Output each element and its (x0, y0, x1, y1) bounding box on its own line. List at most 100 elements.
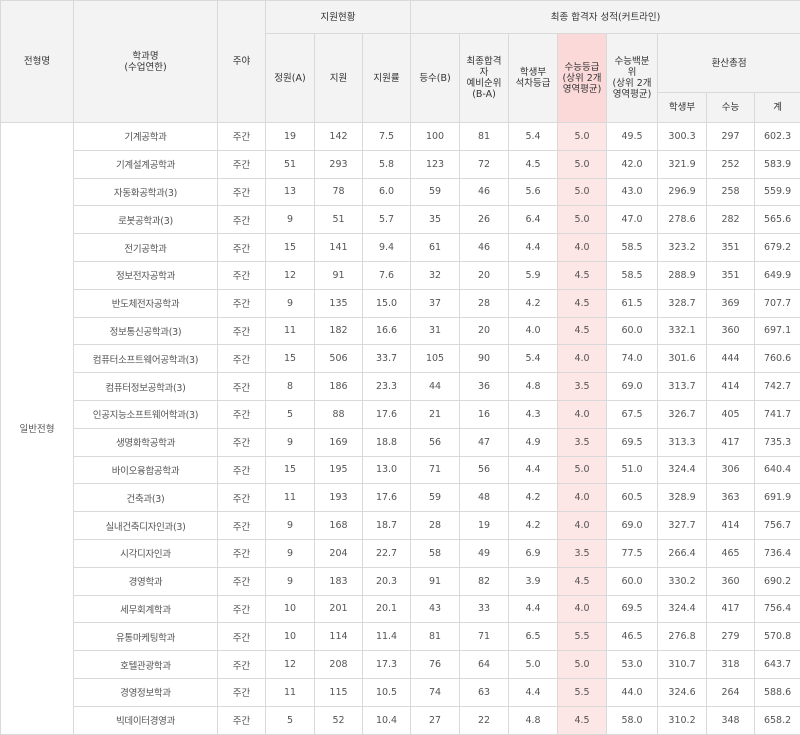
ratio-cell: 6.0 (363, 178, 411, 206)
major-cell: 기계공학과 (74, 123, 218, 151)
quota-cell: 15 (266, 234, 315, 262)
conv-csat-cell: 297 (707, 123, 755, 151)
table-row: 건축과(3)주간1119317.659484.24.060.5328.93636… (1, 484, 800, 512)
major-cell: 생명화학공학과 (74, 428, 218, 456)
conv-school-cell: 278.6 (658, 206, 707, 234)
ratio-cell: 10.4 (363, 706, 411, 734)
applicants-cell: 141 (315, 234, 363, 262)
rank-cell: 21 (411, 400, 460, 428)
table-row: 바이오융합공학과주간1519513.071564.45.051.0324.430… (1, 456, 800, 484)
school-grade-cell: 5.9 (509, 261, 558, 289)
waitlist-cell: 26 (460, 206, 509, 234)
table-row: 세무회계학과주간1020120.143334.44.069.5324.44177… (1, 595, 800, 623)
conv-csat-cell: 252 (707, 150, 755, 178)
applicants-cell: 91 (315, 261, 363, 289)
csat-grade-cell: 4.5 (558, 706, 607, 734)
quota-cell: 10 (266, 595, 315, 623)
rank-cell: 32 (411, 261, 460, 289)
waitlist-cell: 36 (460, 373, 509, 401)
major-cell: 로봇공학과(3) (74, 206, 218, 234)
quota-cell: 12 (266, 261, 315, 289)
conv-total-cell: 742.7 (755, 373, 800, 401)
school-grade-cell: 6.9 (509, 539, 558, 567)
major-cell: 전기공학과 (74, 234, 218, 262)
conv-school-cell: 266.4 (658, 539, 707, 567)
csat-pct-cell: 58.0 (607, 706, 658, 734)
applicants-cell: 52 (315, 706, 363, 734)
csat-grade-cell: 4.0 (558, 234, 607, 262)
major-cell: 빅데이터경영과 (74, 706, 218, 734)
major-cell: 바이오융합공학과 (74, 456, 218, 484)
conv-school-cell: 323.2 (658, 234, 707, 262)
waitlist-cell: 71 (460, 623, 509, 651)
conv-total-cell: 565.6 (755, 206, 800, 234)
school-grade-cell: 4.2 (509, 289, 558, 317)
quota-cell: 8 (266, 373, 315, 401)
conv-csat-cell: 417 (707, 428, 755, 456)
applicants-cell: 182 (315, 317, 363, 345)
applicants-cell: 293 (315, 150, 363, 178)
admission-type-cell: 일반전형 (1, 123, 74, 735)
csat-grade-cell: 5.5 (558, 678, 607, 706)
conv-csat-cell: 360 (707, 567, 755, 595)
table-row: 로봇공학과(3)주간9515.735266.45.047.0278.628256… (1, 206, 800, 234)
conv-school-cell: 332.1 (658, 317, 707, 345)
conv-school-cell: 324.4 (658, 595, 707, 623)
quota-cell: 5 (266, 400, 315, 428)
waitlist-cell: 56 (460, 456, 509, 484)
csat-grade-cell: 4.0 (558, 400, 607, 428)
csat-pct-cell: 58.5 (607, 261, 658, 289)
conv-school-cell: 301.6 (658, 345, 707, 373)
conv-csat-cell: 444 (707, 345, 755, 373)
conv-total-cell: 679.2 (755, 234, 800, 262)
conv-total-cell: 741.7 (755, 400, 800, 428)
applicants-cell: 186 (315, 373, 363, 401)
conv-csat-cell: 351 (707, 234, 755, 262)
csat-pct-cell: 60.0 (607, 567, 658, 595)
csat-pct-cell: 74.0 (607, 345, 658, 373)
table-body: 일반전형기계공학과주간191427.5100815.45.049.5300.32… (1, 123, 800, 735)
rank-cell: 27 (411, 706, 460, 734)
csat-pct-cell: 61.5 (607, 289, 658, 317)
quota-cell: 11 (266, 678, 315, 706)
conv-school-cell: 327.7 (658, 512, 707, 540)
waitlist-cell: 33 (460, 595, 509, 623)
schedule-cell: 주간 (218, 706, 266, 734)
conv-total-cell: 736.4 (755, 539, 800, 567)
quota-cell: 9 (266, 539, 315, 567)
ratio-cell: 17.6 (363, 484, 411, 512)
school-grade-cell: 6.5 (509, 623, 558, 651)
csat-pct-cell: 77.5 (607, 539, 658, 567)
applicants-cell: 208 (315, 651, 363, 679)
applicants-cell: 51 (315, 206, 363, 234)
conv-total-cell: 760.6 (755, 345, 800, 373)
conv-csat-cell: 318 (707, 651, 755, 679)
quota-cell: 11 (266, 317, 315, 345)
header-ratio: 지원률 (363, 34, 411, 123)
table-row: 인공지능소프트웨어학과(3)주간58817.621164.34.067.5326… (1, 400, 800, 428)
admission-results-table: 전형명 학과명 (수업연한) 주야 지원현황 최종 합격자 성적(커트라인) 정… (0, 0, 800, 735)
ratio-cell: 33.7 (363, 345, 411, 373)
waitlist-cell: 16 (460, 400, 509, 428)
major-cell: 인공지능소프트웨어학과(3) (74, 400, 218, 428)
quota-cell: 9 (266, 289, 315, 317)
quota-cell: 10 (266, 623, 315, 651)
applicants-cell: 183 (315, 567, 363, 595)
schedule-cell: 주간 (218, 595, 266, 623)
waitlist-cell: 20 (460, 317, 509, 345)
conv-school-cell: 330.2 (658, 567, 707, 595)
rank-cell: 105 (411, 345, 460, 373)
table-row: 경영학과주간918320.391823.94.560.0330.2360690.… (1, 567, 800, 595)
table-row: 빅데이터경영과주간55210.427224.84.558.0310.234865… (1, 706, 800, 734)
ratio-cell: 9.4 (363, 234, 411, 262)
table-row: 일반전형기계공학과주간191427.5100815.45.049.5300.32… (1, 123, 800, 151)
school-grade-cell: 4.4 (509, 595, 558, 623)
school-grade-cell: 4.8 (509, 373, 558, 401)
conv-school-cell: 324.6 (658, 678, 707, 706)
csat-pct-cell: 42.0 (607, 150, 658, 178)
conv-school-cell: 300.3 (658, 123, 707, 151)
applicants-cell: 506 (315, 345, 363, 373)
conv-total-cell: 756.4 (755, 595, 800, 623)
conv-csat-cell: 414 (707, 512, 755, 540)
ratio-cell: 5.7 (363, 206, 411, 234)
